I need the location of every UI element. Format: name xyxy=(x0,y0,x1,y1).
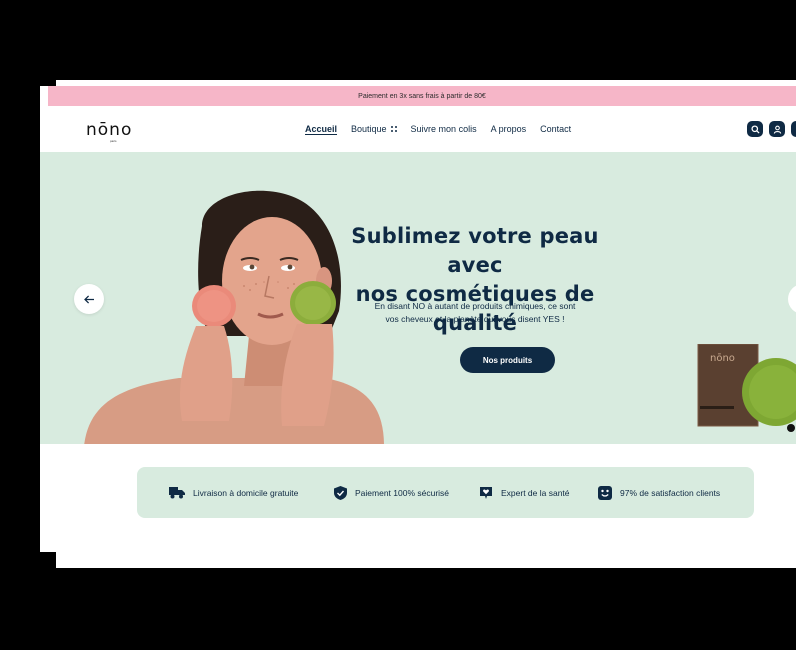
site-header: nōno paris Accueil Boutique Suivre mon c… xyxy=(40,106,796,152)
nav-item-boutique[interactable]: Boutique xyxy=(351,124,397,134)
nav-item-accueil[interactable]: Accueil xyxy=(305,124,337,134)
truck-icon xyxy=(169,487,185,499)
nav-item-contact[interactable]: Contact xyxy=(540,124,571,134)
logo[interactable]: nōno xyxy=(86,120,132,140)
feature-label: Expert de la santé xyxy=(501,487,570,498)
hero-subtitle: En disant NO à autant de produits chimiq… xyxy=(370,300,580,326)
arrow-left-icon xyxy=(83,294,94,304)
shield-check-icon xyxy=(334,485,347,500)
smiley-icon xyxy=(598,485,612,500)
nav-item-a-propos[interactable]: A propos xyxy=(491,124,527,134)
heart-badge-icon xyxy=(480,486,492,499)
nav-label: Suivre mon colis xyxy=(410,124,477,134)
grid-icon xyxy=(390,126,397,132)
hero-title-line-1: Sublimez votre peau avec xyxy=(351,224,599,277)
feature-label: 97% de satisfaction clients xyxy=(620,487,721,498)
nav-item-suivre-colis[interactable]: Suivre mon colis xyxy=(411,124,477,134)
feature-label: Livraison à domicile gratuite xyxy=(193,487,299,498)
hero-banner: Sublimez votre peau avec nos cosmétiques… xyxy=(40,152,796,444)
product-image: nōno xyxy=(697,344,796,432)
nav-label: A propos xyxy=(490,124,527,134)
promo-text: Paiement en 3x sans frais à partir de 80… xyxy=(358,92,486,100)
feature-delivery: Livraison à domicile gratuite xyxy=(169,467,298,518)
account-icon[interactable] xyxy=(769,121,785,137)
cart-icon[interactable] xyxy=(791,121,796,137)
search-icon[interactable] xyxy=(747,121,763,137)
main-nav: Accueil Boutique Suivre mon colis A prop… xyxy=(305,106,571,152)
carousel-next-button[interactable] xyxy=(788,284,796,314)
nav-label: Accueil xyxy=(305,124,338,134)
feature-satisfaction: 97% de satisfaction clients xyxy=(598,467,720,518)
feature-label: Paiement 100% sécurisé xyxy=(355,487,450,498)
header-actions xyxy=(747,121,796,137)
logo-subtitle: paris xyxy=(110,139,117,143)
product-brand: nōno xyxy=(710,353,735,364)
feature-secure-payment: Paiement 100% sécurisé xyxy=(334,467,449,518)
hero-subtitle-line-2: vos cheveux et la planète qui vous disen… xyxy=(385,314,565,324)
feature-health-expert: Expert de la santé xyxy=(479,467,570,518)
nav-label: Boutique xyxy=(351,124,387,134)
promo-bar: Paiement en 3x sans frais à partir de 80… xyxy=(48,86,796,106)
nav-label: Contact xyxy=(540,124,572,134)
products-cta-button[interactable]: Nos produits xyxy=(460,347,555,373)
carousel-prev-button[interactable] xyxy=(74,284,104,314)
website-page: Paiement en 3x sans frais à partir de 80… xyxy=(40,86,796,552)
hero-subtitle-line-1: En disant NO à autant de produits chimiq… xyxy=(374,301,576,311)
features-bar: Livraison à domicile gratuite Paiement 1… xyxy=(137,467,754,518)
